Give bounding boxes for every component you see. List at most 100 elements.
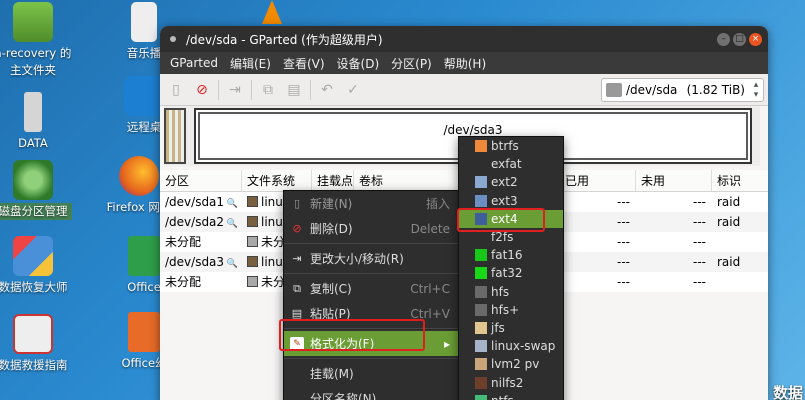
cell-used-text: ---: [617, 235, 630, 249]
home-folder-icon: [13, 2, 53, 42]
apply-icon[interactable]: ✓: [343, 80, 363, 100]
delete-icon[interactable]: ⊘: [192, 80, 212, 100]
menu-item-label: 删除(D): [310, 222, 353, 236]
format-option-fat16[interactable]: fat16: [459, 246, 563, 264]
filesystem-color-swatch: [475, 394, 487, 400]
cell-flags: [712, 272, 768, 292]
menu-view[interactable]: 查看(V): [277, 55, 331, 72]
desktop-icon-recovery[interactable]: 数据恢复大师: [0, 236, 72, 296]
cell-unused: ---: [636, 192, 712, 212]
new-partition-icon[interactable]: ▯: [166, 80, 186, 100]
format-option-nilfs2[interactable]: nilfs2: [459, 373, 563, 391]
col-partition[interactable]: 分区: [160, 170, 242, 191]
menu-help[interactable]: 帮助(H): [438, 55, 492, 72]
cell-used-text: ---: [617, 255, 630, 269]
hard-disk-icon: [606, 83, 622, 97]
menu-separator: [284, 243, 458, 244]
copy-icon[interactable]: ⧉: [258, 80, 278, 100]
cell-partition-text: /dev/sda3: [165, 255, 225, 269]
format-option-label: f2fs: [491, 230, 514, 245]
menu-item-resize[interactable]: ⇥ 更改大小/移动(R): [284, 246, 458, 271]
menu-item-label: 更改大小/移动(R): [310, 252, 404, 266]
copy-icon: ⧉: [293, 281, 301, 295]
title-bar[interactable]: /dev/sda - GParted (作为超级用户) – □ ×: [160, 26, 768, 52]
format-option-hfs-[interactable]: hfs+: [459, 301, 563, 319]
filesystem-color-swatch: [247, 236, 258, 247]
format-option-exfat[interactable]: exfat: [459, 155, 563, 173]
cell-used: ---: [560, 232, 636, 252]
format-option-fat32[interactable]: fat32: [459, 264, 563, 282]
format-option-linux-swap[interactable]: linux-swap: [459, 337, 563, 355]
filesystem-color-swatch: [475, 231, 487, 243]
col-unused[interactable]: 未用: [636, 170, 712, 191]
cell-partition: /dev/sda2 🔍: [160, 212, 242, 232]
paste-icon[interactable]: ▤: [284, 80, 304, 100]
desktop-corner-text: 数据: [772, 384, 803, 400]
filesystem-color-swatch: [475, 303, 487, 316]
window-title: /dev/sda - GParted (作为超级用户): [186, 32, 383, 47]
cell-partition: /dev/sda1 🔍: [160, 192, 242, 212]
disk-map-small-partition[interactable]: [164, 108, 186, 164]
format-option-btrfs[interactable]: btrfs: [459, 137, 563, 155]
col-filesystem[interactable]: 文件系统: [242, 170, 312, 191]
rescue-guide-icon: [13, 314, 53, 354]
cell-partition-text: /dev/sda2: [165, 215, 225, 229]
data-recovery-icon: [13, 236, 53, 276]
desktop-icon-label: 磁盘分区管理: [0, 203, 72, 220]
format-option-hfs[interactable]: hfs: [459, 283, 563, 301]
cell-flags-text: raid: [717, 255, 741, 269]
menu-item-name[interactable]: 分区名称(N): [284, 386, 458, 400]
close-icon[interactable]: ×: [749, 32, 762, 46]
menu-item-label: 分区名称(N): [310, 392, 377, 400]
menu-separator: [284, 358, 458, 359]
filesystem-color-swatch: [475, 140, 487, 153]
key-icon: 🔍: [224, 219, 239, 229]
device-name: /dev/sda: [626, 83, 678, 97]
cell-filesystem-text: 未分: [261, 235, 286, 249]
filesystem-color-swatch: [475, 158, 487, 170]
cell-unused: ---: [636, 272, 712, 292]
menu-item-copy[interactable]: ⧉ 复制(C) Ctrl+C: [284, 276, 458, 301]
window-menu-icon[interactable]: [170, 36, 176, 42]
format-option-label: nilfs2: [491, 375, 524, 390]
music-player-icon: [131, 2, 157, 42]
name-icon: [290, 392, 304, 400]
format-option-label: ext3: [491, 193, 518, 208]
device-size: (1.82 TiB): [686, 83, 745, 97]
undo-icon[interactable]: ↶: [317, 80, 337, 100]
cell-flags: [712, 232, 768, 252]
filesystem-color-swatch: [247, 216, 258, 227]
menu-item-mount[interactable]: 挂载(M): [284, 361, 458, 386]
cell-partition: 未分配: [160, 272, 242, 292]
menu-gparted[interactable]: GParted: [164, 56, 224, 70]
format-option-lvm2-pv[interactable]: lvm2 pv: [459, 355, 563, 373]
format-option-ext2[interactable]: ext2: [459, 173, 563, 191]
desktop-icon-guide[interactable]: 数据救援指南: [0, 314, 72, 374]
format-option-jfs[interactable]: jfs: [459, 319, 563, 337]
cell-unused-text: ---: [693, 195, 706, 209]
maximize-icon[interactable]: □: [733, 32, 746, 46]
resize-icon[interactable]: ⇥: [225, 80, 245, 100]
cell-filesystem-text: 未分: [261, 275, 286, 289]
resize-icon: ⇥: [292, 252, 302, 265]
device-selector[interactable]: /dev/sda (1.82 TiB) ▴ ▾: [601, 78, 764, 102]
cell-flags: raid: [712, 252, 768, 272]
cell-used: ---: [560, 272, 636, 292]
filesystem-color-swatch: [475, 376, 487, 389]
menu-item-new[interactable]: ▯ 新建(N) 插入: [284, 191, 458, 216]
vlc-icon[interactable]: [262, 0, 282, 24]
menu-item-delete[interactable]: ⊘ 删除(D) Delete: [284, 216, 458, 241]
menu-device[interactable]: 设备(D): [331, 55, 386, 72]
col-used[interactable]: 已用: [560, 170, 636, 191]
filesystem-color-swatch: [475, 321, 487, 334]
col-flags[interactable]: 标识: [712, 170, 768, 191]
menu-partition[interactable]: 分区(P): [385, 55, 438, 72]
desktop-icon-home[interactable]: a-recovery 的主文件夹: [0, 2, 72, 79]
format-option-ntfs[interactable]: ntfs: [459, 392, 563, 400]
cell-used-text: ---: [617, 275, 630, 289]
desktop-icon-data[interactable]: DATA: [0, 92, 72, 152]
col-mountpoint[interactable]: 挂载点: [312, 170, 354, 191]
menu-edit[interactable]: 编辑(E): [224, 55, 277, 72]
minimize-icon[interactable]: –: [717, 32, 730, 46]
desktop-icon-partition[interactable]: 磁盘分区管理: [0, 160, 72, 220]
